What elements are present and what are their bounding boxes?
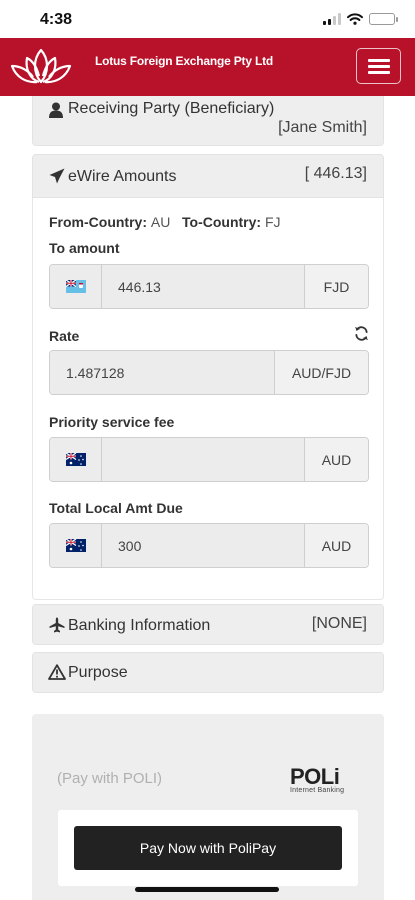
priority-fee-input[interactable] [102, 438, 304, 481]
poli-logo-subtext: Internet Banking [290, 787, 345, 794]
ewire-amounts-value: [ 446.13] [304, 165, 367, 182]
rate-input[interactable]: 1.487128 [50, 351, 274, 394]
to-amount-input[interactable]: 446.13 [102, 265, 304, 308]
rate-label: Rate [49, 328, 80, 344]
home-indicator[interactable] [135, 887, 279, 892]
from-country-value: AU [150, 214, 171, 230]
pay-now-polipay-button[interactable]: Pay Now with PoliPay [74, 826, 342, 870]
total-due-input[interactable]: 300 [102, 524, 304, 567]
plane-icon [49, 617, 65, 633]
wifi-icon [347, 13, 363, 25]
receiving-party-value: [Jane Smith] [278, 119, 367, 136]
total-due-label: Total Local Amt Due [49, 500, 183, 516]
menu-bar-icon [368, 59, 390, 62]
to-amount-label: To amount [49, 240, 120, 256]
menu-bar-icon [368, 71, 390, 74]
to-amount-input-group: 446.13 FJD [49, 264, 369, 309]
banking-information-value: [NONE] [311, 615, 367, 632]
status-icons [323, 13, 398, 25]
rate-input-group: 1.487128 AUD/FJD [49, 350, 369, 395]
receiving-party-title: Receiving Party (Beneficiary) [68, 100, 275, 117]
fiji-flag-icon [50, 265, 102, 308]
ewire-amounts-panel-heading[interactable]: eWire Amounts [ 446.13] [32, 154, 384, 198]
purpose-panel[interactable]: Purpose [32, 652, 384, 693]
to-currency: FJD [304, 265, 368, 308]
rate-currency: AUD/FJD [274, 351, 368, 394]
to-country-value: FJ [264, 214, 281, 230]
app-header: Lotus Foreign Exchange Pty Ltd [0, 38, 415, 96]
status-bar: 4:38 [0, 0, 415, 38]
menu-bar-icon [368, 65, 390, 68]
transfer-form: Receiving Party (Beneficiary) [Jane Smit… [32, 96, 384, 900]
ewire-amounts-title: eWire Amounts [68, 168, 177, 185]
hamburger-menu-button[interactable] [356, 48, 401, 84]
brand-name: Lotus Foreign Exchange Pty Ltd [95, 54, 274, 68]
country-line: From-Country: AU To-Country: FJ [49, 214, 281, 230]
priority-fee-input-group: AUD [49, 437, 369, 482]
paper-plane-icon [49, 168, 65, 184]
to-country-label: To-Country: [182, 214, 262, 230]
banking-information-title: Banking Information [68, 617, 211, 634]
poli-button-container: Pay Now with PoliPay [58, 810, 358, 886]
receiving-party-panel[interactable]: Receiving Party (Beneficiary) [Jane Smit… [32, 96, 384, 146]
refresh-icon[interactable] [354, 326, 369, 341]
status-time: 4:38 [40, 11, 73, 28]
ewire-amounts-body: From-Country: AU To-Country: FJ To amoun… [32, 198, 384, 600]
banking-information-panel[interactable]: Banking Information [NONE] [32, 604, 384, 645]
total-due-input-group: 300 AUD [49, 523, 369, 568]
australia-flag-icon [50, 438, 102, 481]
australia-flag-icon [50, 524, 102, 567]
poli-logo: POLi Internet Banking [290, 764, 344, 794]
priority-fee-currency: AUD [304, 438, 368, 481]
battery-icon [369, 13, 398, 25]
priority-fee-label: Priority service fee [49, 414, 175, 430]
pay-with-poli-label: (Pay with POLI) [57, 770, 163, 787]
cellular-signal-icon [323, 13, 341, 25]
warning-icon [48, 664, 66, 680]
poli-payment-panel: (Pay with POLI) POLi Internet Banking Pa… [32, 714, 384, 900]
user-icon [49, 102, 63, 118]
total-due-currency: AUD [304, 524, 368, 567]
from-country-label: From-Country: [49, 214, 147, 230]
purpose-title: Purpose [68, 664, 128, 681]
lotus-logo-icon [10, 48, 72, 84]
